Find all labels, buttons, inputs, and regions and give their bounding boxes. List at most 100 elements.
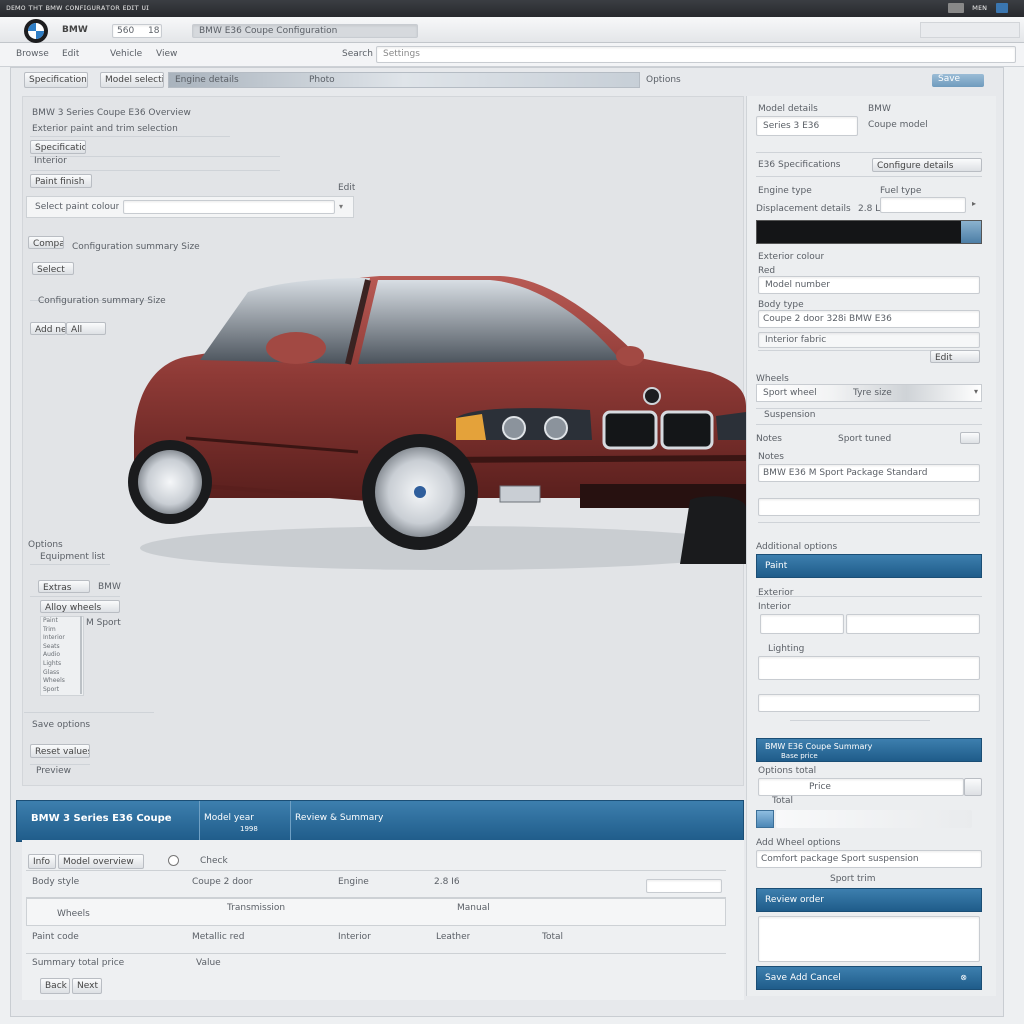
select-button[interactable]: Select	[32, 262, 74, 275]
menu-edit[interactable]: Edit	[62, 49, 79, 59]
wheels-value: Sport wheel	[763, 388, 817, 398]
options-total-button[interactable]	[964, 778, 982, 796]
save-options-link[interactable]: Save options	[32, 720, 90, 730]
model-details-value: Series 3 E36	[763, 121, 820, 131]
colour-picker-button[interactable]	[961, 221, 981, 243]
radio-icon[interactable]	[168, 855, 179, 866]
system-bar: ᴅᴇᴍᴏ ᴛʜᴛ ʙᴍᴡ ᴄᴏɴꜰɪɢᴜʀᴀᴛᴏʀ ᴇᴅɪᴛ ᴜɪ ᴍᴇɴ	[0, 0, 1024, 17]
banner-model-year[interactable]: Model year 1998	[199, 801, 291, 841]
list-item[interactable]: Lights	[41, 660, 83, 669]
wheels-field[interactable]: Sport wheel Tyre size ▾	[756, 384, 982, 402]
actions-bar[interactable]: Save Add Cancel ⊗	[756, 966, 982, 990]
table-row[interactable]: Body style Coupe 2 door Engine 2.8 I6	[26, 870, 726, 898]
additional-options-label: Additional options	[756, 542, 838, 552]
table-row[interactable]: Wheels Transmission Manual	[26, 898, 726, 926]
list-item[interactable]: Interior	[41, 634, 83, 643]
body-type-field[interactable]: Coupe 2 door 328i BMW E36	[758, 310, 980, 328]
document-title-field[interactable]: BMW E36 Coupe Configuration	[192, 24, 418, 38]
edit-link[interactable]: Edit	[338, 183, 355, 193]
lighting-label: Lighting	[768, 644, 805, 654]
interior-field-b[interactable]	[846, 614, 980, 634]
interior-item[interactable]: Interior	[34, 156, 67, 166]
save-button[interactable]: Save	[932, 74, 984, 87]
wheel-button[interactable]: Alloy wheels	[40, 600, 120, 613]
list-item[interactable]: Seats	[41, 643, 83, 652]
total-toggle[interactable]	[756, 810, 774, 828]
coupe-model-label: Coupe model	[868, 120, 928, 130]
notes-toggle[interactable]	[960, 432, 980, 444]
interior-field-a[interactable]	[760, 614, 844, 634]
dropdown-icon[interactable]: ▾	[974, 387, 978, 396]
tab-options[interactable]: Options	[646, 75, 681, 85]
list-item[interactable]: Wheels	[41, 677, 83, 686]
specification-button[interactable]: Specification	[30, 140, 86, 154]
interior-fabric-field[interactable]: Interior fabric	[758, 332, 980, 348]
list-item[interactable]: Sport	[41, 686, 83, 695]
model-details-field[interactable]: Series 3 E36	[756, 116, 858, 136]
menu-search[interactable]: Search	[342, 49, 373, 59]
model-number-field[interactable]: Model number	[758, 276, 980, 294]
extras-button[interactable]: Extras	[38, 580, 90, 593]
search-input[interactable]: Settings	[376, 46, 1016, 63]
paint-bar[interactable]: Paint	[756, 554, 982, 578]
overview-line: BMW 3 Series Coupe E36 Overview	[32, 108, 191, 118]
network-icon[interactable]	[996, 3, 1008, 13]
notes-label: Notes	[756, 434, 782, 444]
paint-finish-button[interactable]: Paint finish	[30, 174, 92, 188]
compare-button[interactable]: Compare	[28, 236, 64, 249]
total-field[interactable]	[776, 810, 972, 828]
wheel-options-field[interactable]: Comfort package Sport suspension	[756, 850, 982, 868]
preview-link[interactable]: Preview	[36, 766, 71, 776]
edit-button[interactable]: Edit	[930, 350, 980, 363]
colour-swatch[interactable]	[756, 220, 982, 244]
reset-values-button[interactable]: Reset values	[30, 744, 90, 758]
lighting-field[interactable]	[758, 656, 980, 680]
list-item[interactable]: Glass	[41, 669, 83, 678]
options-total-field[interactable]: Price	[758, 778, 964, 796]
wheel-options-label: Add Wheel options	[756, 838, 841, 848]
listbox-scrollbar[interactable]	[80, 616, 82, 694]
bmw-logo-icon[interactable]	[24, 19, 48, 43]
tab-model-overview[interactable]: Model overview	[58, 854, 144, 869]
tab-info[interactable]: Info	[28, 854, 56, 869]
menu-view[interactable]: View	[156, 49, 177, 59]
close-icon[interactable]: ⊗	[960, 973, 967, 982]
notes-field[interactable]: BMW E36 M Sport Package Standard	[758, 464, 980, 482]
table-row[interactable]: Paint code Metallic red Interior Leather…	[26, 926, 726, 954]
dropdown-icon[interactable]: ▾	[339, 202, 343, 211]
summary-bar-title: BMW E36 Coupe Summary	[765, 742, 873, 751]
configure-details-button[interactable]: Configure details	[872, 158, 982, 172]
lighting-extra-field[interactable]	[758, 694, 980, 712]
equipment-listbox[interactable]: Paint Trim Interior Seats Audio Lights Glass Wh…	[40, 616, 84, 696]
back-button-label: Back	[45, 981, 67, 991]
list-item[interactable]: Trim	[41, 626, 83, 635]
menu-bar: Browse Edit Vehicle View Search Settings	[0, 43, 1024, 67]
banner-review[interactable]: Review & Summary	[295, 813, 383, 823]
tab-model-selection[interactable]: Model selection	[100, 72, 164, 88]
next-button[interactable]: Next	[72, 978, 102, 994]
compare-button-label: Compare	[33, 239, 64, 249]
list-item[interactable]: Audio	[41, 651, 83, 660]
review-notes-field[interactable]	[758, 916, 980, 962]
system-tray-icon[interactable]	[948, 3, 964, 13]
displacement-input[interactable]	[880, 197, 966, 213]
tab-specification[interactable]: Specification	[24, 72, 88, 88]
menu-vehicle[interactable]: Vehicle	[110, 49, 142, 59]
chevron-icon[interactable]: ▸	[972, 199, 976, 208]
list-item[interactable]: Paint	[41, 617, 83, 626]
notes-extra-field[interactable]	[758, 498, 980, 516]
window-controls[interactable]	[920, 22, 1020, 38]
add-new-button[interactable]: Add new	[30, 322, 66, 335]
summary-bar[interactable]: BMW E36 Coupe Summary Base price	[756, 738, 982, 762]
paint-colour-input[interactable]	[123, 200, 335, 214]
tab-engine-details[interactable]: Engine details Photo	[168, 72, 640, 88]
review-order-bar[interactable]: Review order	[756, 888, 982, 912]
all-button[interactable]: All	[66, 322, 106, 335]
paint-colour-row[interactable]: Select paint colour ▾	[26, 196, 354, 218]
back-button[interactable]: Back	[40, 978, 70, 994]
suspension-value: Sport tuned	[838, 434, 892, 444]
menu-browse[interactable]: Browse	[16, 49, 49, 59]
interior-label: Interior	[758, 602, 791, 612]
row1-input[interactable]	[646, 879, 722, 893]
table-row[interactable]: Summary total price Value	[26, 954, 726, 974]
